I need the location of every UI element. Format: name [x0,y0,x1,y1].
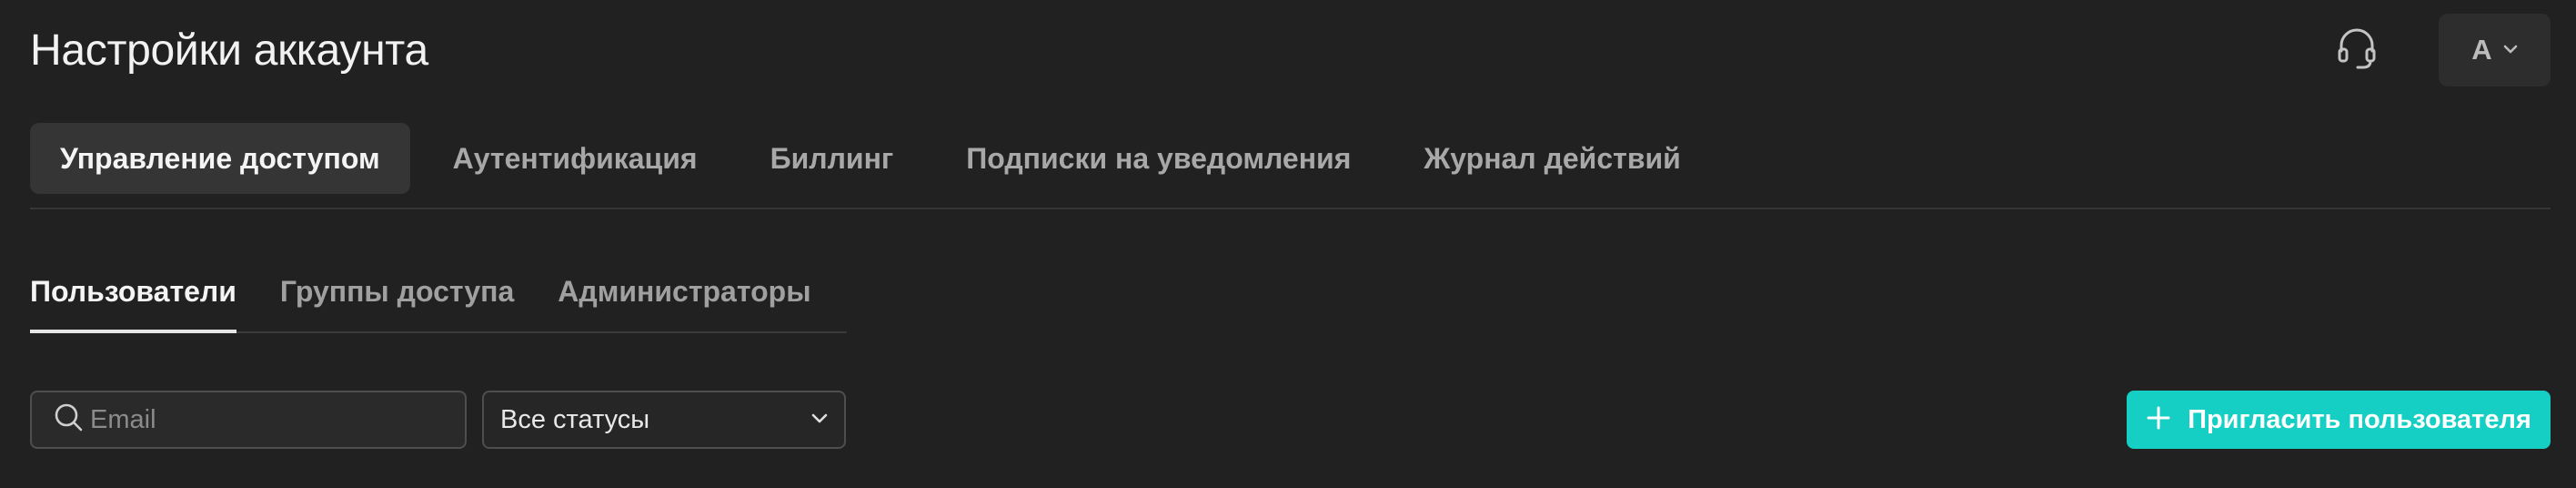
chevron-down-icon [2503,42,2518,58]
sub-tabs: Пользователи Группы доступа Администрато… [30,264,847,333]
status-select-value: Все статусы [500,404,650,434]
status-select[interactable]: Все статусы [482,391,846,449]
tab-activity-log[interactable]: Журнал действий [1394,123,1710,194]
avatar: A [2471,34,2492,66]
search-icon [52,402,85,439]
subtab-access-groups[interactable]: Группы доступа [280,264,514,331]
invite-user-button[interactable]: Пригласить пользователя [2127,391,2551,449]
main-tabs: Управление доступом Аутентификация Билли… [30,123,1724,194]
tab-authentication[interactable]: Аутентификация [423,123,728,194]
search-field[interactable] [30,391,467,449]
support-button[interactable] [2334,27,2380,75]
tabs-divider [30,208,2551,209]
subtab-users[interactable]: Пользователи [30,264,236,333]
subtab-administrators[interactable]: Администраторы [558,264,810,331]
tab-billing[interactable]: Биллинг [740,123,924,194]
headset-icon [2336,27,2378,76]
chevron-down-icon [811,412,828,428]
invite-user-label: Пригласить пользователя [2188,404,2531,434]
plus-icon [2146,405,2171,435]
search-input[interactable] [90,404,436,435]
page-title: Настройки аккаунта [30,26,428,75]
tab-access-management[interactable]: Управление доступом [30,123,410,194]
tab-notification-subscriptions[interactable]: Подписки на уведомления [936,123,1381,194]
account-menu-button[interactable]: A [2439,14,2551,86]
